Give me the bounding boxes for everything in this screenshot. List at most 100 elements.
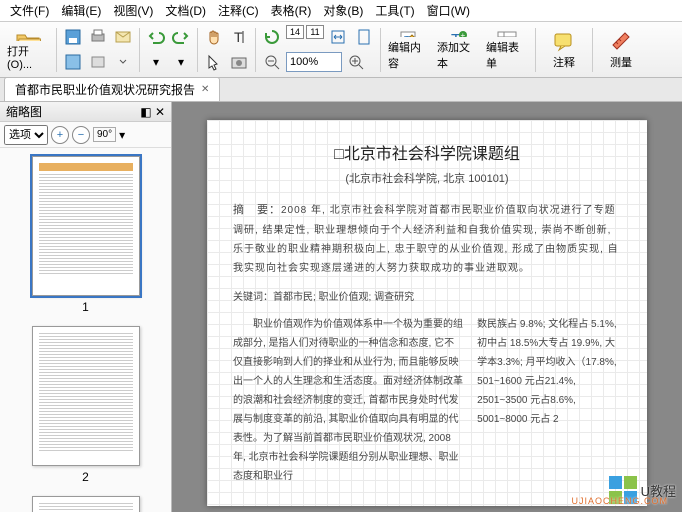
panel-chevron-icon[interactable]: ▾ <box>119 128 125 142</box>
rotate-icon <box>263 28 281 46</box>
close-icon[interactable]: ✕ <box>201 84 209 95</box>
options-select[interactable]: 选项 <box>4 125 48 145</box>
email-button[interactable] <box>111 25 135 49</box>
scan-button[interactable] <box>86 50 110 74</box>
doc-body-columns: 职业价值观作为价值观体系中一个极为重要的组成部分, 是指人们对待职业的一种信念和… <box>233 315 621 486</box>
fit-width-icon <box>329 28 347 46</box>
rotate-thumb[interactable]: 90° <box>93 127 116 142</box>
thumbnail-item[interactable]: 2 <box>8 326 163 484</box>
hand-tool[interactable] <box>202 25 226 49</box>
watermark: U教程 UJIAOCHENG.COM <box>609 476 676 504</box>
zoom-out-thumb[interactable]: − <box>72 126 90 144</box>
page-box-a[interactable]: 14 <box>286 25 304 39</box>
column-left: 职业价值观作为价值观体系中一个极为重要的组成部分, 是指人们对待职业的一种信念和… <box>233 315 463 486</box>
page-box-b[interactable]: 11 <box>306 25 324 39</box>
camera-icon <box>230 53 248 71</box>
edit-content-button[interactable]: T 编辑内容 <box>385 26 433 74</box>
fit-page-button[interactable] <box>352 25 376 49</box>
arrow-cursor-icon <box>205 53 223 71</box>
fit-page-icon <box>355 28 373 46</box>
pdf-page: □北京市社会科学院课题组 (北京市社会科学院, 北京 100101) 摘 要：2… <box>207 120 647 506</box>
undo-drop[interactable]: ▾ <box>144 50 168 74</box>
menu-comment[interactable]: 注释(C) <box>212 0 265 21</box>
edit-content-label: 编辑内容 <box>388 39 430 71</box>
separator <box>56 28 57 72</box>
folder-open-icon <box>15 29 41 41</box>
redo-button[interactable] <box>169 25 193 49</box>
add-text-icon: T+ <box>447 29 469 37</box>
separator <box>139 28 140 72</box>
mail-icon <box>114 28 132 46</box>
text-cursor-icon: T <box>230 28 248 46</box>
menu-file[interactable]: 文件(F) <box>4 0 55 21</box>
document-tab[interactable]: 首都市民职业价值观状况研究报告 ✕ <box>4 77 220 101</box>
page-number: 1 <box>8 300 163 314</box>
menu-bar: 文件(F) 编辑(E) 视图(V) 文档(D) 注释(C) 表格(R) 对象(B… <box>0 0 682 22</box>
text-select-tool[interactable]: T <box>227 25 251 49</box>
menu-view[interactable]: 视图(V) <box>107 0 159 21</box>
separator <box>197 28 198 72</box>
zoom-input[interactable] <box>286 52 342 72</box>
thumbnails-panel: 缩略图 ◧ ✕ 选项 + − 90° ▾ 1 2 3 <box>0 102 172 512</box>
add-text-button[interactable]: T+ 添加文本 <box>434 26 482 74</box>
edit-content-icon: T <box>398 29 420 37</box>
panel-menu-icon[interactable]: ◧ ✕ <box>140 105 165 119</box>
undo-button[interactable] <box>144 25 168 49</box>
form-icon <box>496 29 518 37</box>
edit-form-button[interactable]: 编辑表单 <box>483 26 531 74</box>
panel-toolbar: 选项 + − 90° ▾ <box>0 122 171 148</box>
save-as-button[interactable] <box>61 50 85 74</box>
measure-button[interactable]: 测量 <box>597 26 645 74</box>
annotate-button[interactable]: 注释 <box>540 26 588 74</box>
chevron-down-icon <box>118 53 128 71</box>
separator <box>535 28 536 72</box>
measure-icon <box>610 30 632 52</box>
menu-tool[interactable]: 工具(T) <box>369 0 420 21</box>
zoom-in-button[interactable] <box>344 50 368 74</box>
page-number: 2 <box>8 470 163 484</box>
snapshot-tool[interactable] <box>227 50 251 74</box>
thumbnail-item[interactable]: 1 <box>8 156 163 314</box>
thumbnail-list[interactable]: 1 2 3 <box>0 148 171 512</box>
zoom-out-button[interactable] <box>260 50 284 74</box>
workspace: 缩略图 ◧ ✕ 选项 + − 90° ▾ 1 2 3 □ <box>0 102 682 512</box>
edit-form-label: 编辑表单 <box>486 39 528 71</box>
save-button[interactable] <box>61 25 85 49</box>
zoom-out-icon <box>264 54 280 70</box>
menu-table[interactable]: 表格(R) <box>265 0 318 21</box>
separator <box>592 28 593 72</box>
select-tool[interactable] <box>202 50 226 74</box>
menu-doc[interactable]: 文档(D) <box>159 0 212 21</box>
document-canvas[interactable]: □北京市社会科学院课题组 (北京市社会科学院, 北京 100101) 摘 要：2… <box>172 102 682 512</box>
watermark-url: UJIAOCHENG.COM <box>571 496 668 506</box>
menu-edit[interactable]: 编辑(E) <box>55 0 107 21</box>
doc-keywords: 关键词：首都市民; 职业价值观; 调查研究 <box>233 288 621 303</box>
tab-title: 首都市民职业价值观状况研究报告 <box>15 81 195 98</box>
toolbar: 打开(O)... ▾ ▾ T <box>0 22 682 78</box>
add-text-label: 添加文本 <box>437 39 479 71</box>
panel-header: 缩略图 ◧ ✕ <box>0 102 171 122</box>
doc-title: □北京市社会科学院课题组 <box>233 140 621 164</box>
zoom-in-thumb[interactable]: + <box>51 126 69 144</box>
thumbnail-item[interactable]: 3 <box>8 496 163 512</box>
panel-title: 缩略图 <box>6 103 42 120</box>
save-icon <box>64 28 82 46</box>
annotate-icon <box>553 30 575 52</box>
redo-icon <box>172 28 190 46</box>
menu-window[interactable]: 窗口(W) <box>421 0 476 21</box>
tab-bar: 首都市民职业价值观状况研究报告 ✕ <box>0 78 682 102</box>
svg-text:T: T <box>234 29 243 45</box>
thumbnail-page-2[interactable] <box>32 326 140 466</box>
measure-label: 测量 <box>610 54 632 70</box>
print-button[interactable] <box>86 25 110 49</box>
open-button[interactable]: 打开(O)... <box>4 26 52 74</box>
thumbnail-page-1[interactable] <box>32 156 140 296</box>
thumbnail-page-3[interactable] <box>32 496 140 512</box>
more-button[interactable] <box>111 50 135 74</box>
redo-drop[interactable]: ▾ <box>169 50 193 74</box>
separator <box>380 28 381 72</box>
rotate-button[interactable] <box>260 25 284 49</box>
fit-width-button[interactable] <box>326 25 350 49</box>
menu-object[interactable]: 对象(B) <box>317 0 369 21</box>
hand-icon <box>205 28 223 46</box>
